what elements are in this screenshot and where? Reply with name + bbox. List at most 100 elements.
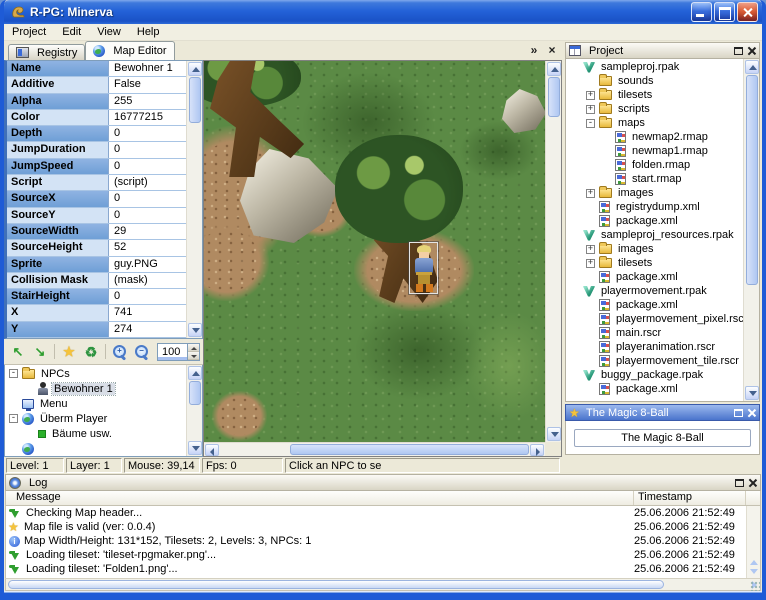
zoom-level-input[interactable]: 100 (157, 343, 200, 361)
property-row[interactable]: Collision Mask(mask) (7, 273, 186, 289)
tree-item[interactable]: +images (566, 242, 743, 256)
scroll-thumb[interactable] (290, 444, 529, 455)
expander-minus-icon[interactable]: - (9, 414, 18, 423)
redo-button[interactable]: ↘ (29, 342, 51, 362)
scroll-down-button[interactable] (547, 427, 561, 441)
scroll-down-button[interactable] (188, 323, 202, 337)
log-row[interactable]: Checking Map header...25.06.2006 21:52:4… (6, 506, 746, 520)
recycle-button[interactable]: ♻ (80, 342, 102, 362)
property-row[interactable]: Y274 (7, 322, 186, 338)
scroll-down-button[interactable] (745, 386, 759, 400)
scroll-up-button[interactable] (547, 62, 561, 76)
property-row[interactable]: Spriteguy.PNG (7, 257, 186, 273)
tree-item[interactable]: package.xml (566, 270, 743, 284)
expander-plus-icon[interactable]: + (586, 189, 595, 198)
expander-plus-icon[interactable]: + (586, 245, 595, 254)
map-viewport[interactable] (203, 60, 562, 457)
property-value[interactable]: 0 (109, 208, 186, 223)
tree-item[interactable] (5, 441, 186, 456)
scroll-thumb[interactable] (189, 77, 201, 123)
tree-item[interactable]: folden.rmap (566, 158, 743, 172)
expander-minus-icon[interactable]: - (586, 119, 595, 128)
tree-item[interactable]: playermovement_tile.rscr (566, 354, 743, 368)
tab-map-editor[interactable]: Map Editor (85, 41, 174, 60)
expander-plus-icon[interactable]: + (586, 105, 595, 114)
property-row[interactable]: Depth0 (7, 126, 186, 142)
panel-maximize-button[interactable] (735, 479, 744, 487)
log-row[interactable]: iMap Width/Height: 131*152, Tilesets: 2,… (6, 534, 746, 548)
zoom-spinner-down[interactable] (188, 352, 199, 360)
property-row[interactable]: JumpSpeed0 (7, 159, 186, 175)
panel-maximize-button[interactable] (734, 47, 743, 55)
property-value[interactable]: False (109, 77, 186, 92)
log-column-timestamp[interactable]: Timestamp (634, 491, 746, 505)
property-value[interactable]: 0 (109, 289, 186, 304)
tree-item[interactable]: -Überm Player (5, 411, 186, 426)
tree-item[interactable]: +tilesets (566, 256, 743, 270)
tree-item[interactable]: package.xml (566, 382, 743, 396)
property-value[interactable]: (mask) (109, 273, 186, 288)
close-button[interactable] (737, 2, 758, 22)
tree-item[interactable]: sampleproj.rpak (566, 60, 743, 74)
tree-item[interactable]: playeranimation.rscr (566, 340, 743, 354)
minimize-button[interactable] (691, 2, 712, 22)
property-value[interactable]: 0 (109, 159, 186, 174)
log-panel-header[interactable]: Log (5, 474, 761, 491)
scroll-up-button[interactable] (745, 60, 759, 74)
scroll-down-button[interactable] (750, 569, 758, 574)
property-row[interactable]: StairHeight0 (7, 289, 186, 305)
tree-item[interactable]: Bewohner 1 (5, 381, 186, 396)
property-value[interactable]: 741 (109, 305, 186, 320)
log-row[interactable]: Loading tileset: 'Folden1.png'...25.06.2… (6, 562, 746, 576)
property-value[interactable]: guy.PNG (109, 257, 186, 272)
property-row[interactable]: AdditiveFalse (7, 77, 186, 93)
property-row[interactable]: Alpha255 (7, 94, 186, 110)
property-value[interactable]: 29 (109, 224, 186, 239)
magic-panel-header[interactable]: ★ The Magic 8-Ball (565, 404, 760, 421)
panel-close-button[interactable] (747, 46, 756, 55)
log-vertical-scrollbar[interactable] (746, 506, 760, 578)
property-value[interactable]: 0 (109, 191, 186, 206)
property-row[interactable]: SourceHeight52 (7, 240, 186, 256)
tree-item[interactable]: main.rscr (566, 326, 743, 340)
zoom-level-value[interactable]: 100 (158, 344, 187, 360)
resize-grip[interactable] (750, 581, 760, 591)
property-value[interactable]: 274 (109, 322, 186, 337)
tab-registry[interactable]: Registry (8, 44, 85, 60)
property-row[interactable]: JumpDuration0 (7, 142, 186, 158)
map-vertical-scrollbar[interactable] (545, 61, 561, 442)
scroll-up-button[interactable] (188, 62, 202, 76)
tree-item[interactable]: sounds (566, 74, 743, 88)
npc-tree-scrollbar[interactable] (186, 365, 202, 456)
log-row[interactable]: ★Map file is valid (ver: 0.0.4)25.06.200… (6, 520, 746, 534)
property-value[interactable]: 16777215 (109, 110, 186, 125)
map-canvas[interactable] (204, 61, 545, 442)
property-value[interactable]: (script) (109, 175, 186, 190)
tree-item[interactable]: start.rmap (566, 172, 743, 186)
property-row[interactable]: Color16777215 (7, 110, 186, 126)
tree-item[interactable]: playermovement_pixel.rscr (566, 312, 743, 326)
project-panel-header[interactable]: Project (565, 42, 760, 59)
scroll-thumb[interactable] (8, 580, 664, 589)
menu-view[interactable]: View (89, 24, 129, 40)
property-value[interactable]: 0 (109, 142, 186, 157)
log-horizontal-scrollbar[interactable] (5, 578, 761, 591)
expander-minus-icon[interactable]: - (9, 369, 18, 378)
magic-8ball-button[interactable]: The Magic 8-Ball (574, 429, 752, 447)
scroll-left-button[interactable] (205, 444, 219, 456)
tree-item[interactable]: +scripts (566, 102, 743, 116)
maximize-button[interactable] (714, 2, 735, 22)
property-row[interactable]: X741 (7, 305, 186, 321)
tree-item[interactable]: newmap1.rmap (566, 144, 743, 158)
menu-project[interactable]: Project (4, 24, 54, 40)
project-tree-scrollbar[interactable] (743, 59, 759, 401)
property-row[interactable]: NameBewohner 1 (7, 61, 186, 77)
scroll-up-button[interactable] (188, 366, 202, 380)
tree-item[interactable]: +tilesets (566, 88, 743, 102)
tree-item[interactable]: -maps (566, 116, 743, 130)
property-value[interactable]: 52 (109, 240, 186, 255)
title-bar[interactable]: R-PG: Minerva (4, 0, 762, 24)
panel-maximize-button[interactable] (734, 409, 743, 417)
undo-button[interactable]: ↖ (7, 342, 29, 362)
npc-sprite-bewohner1[interactable] (409, 242, 438, 294)
